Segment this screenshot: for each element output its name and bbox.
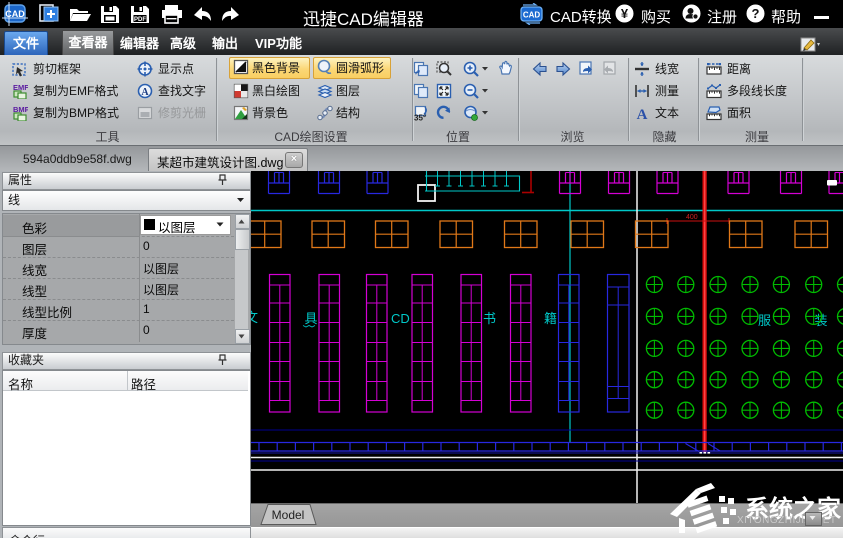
svg-text:PDF: PDF <box>134 17 146 23</box>
svg-text:籍: 籍 <box>544 311 557 326</box>
svg-text:¥: ¥ <box>621 6 629 21</box>
svg-text:?: ? <box>752 6 760 21</box>
svg-text:400: 400 <box>686 214 698 221</box>
svg-text:Model: Model <box>272 508 305 522</box>
svg-text:具: 具 <box>305 311 318 326</box>
svg-text:CAD: CAD <box>5 9 25 19</box>
svg-text:CD: CD <box>391 311 410 326</box>
svg-text:书: 书 <box>483 311 496 326</box>
svg-text:A: A <box>141 87 149 98</box>
svg-text:文: 文 <box>251 310 258 325</box>
svg-text:服: 服 <box>758 313 771 328</box>
svg-text:A: A <box>637 107 648 121</box>
svg-text:CAD: CAD <box>523 11 541 20</box>
svg-text:35°: 35° <box>414 114 426 122</box>
